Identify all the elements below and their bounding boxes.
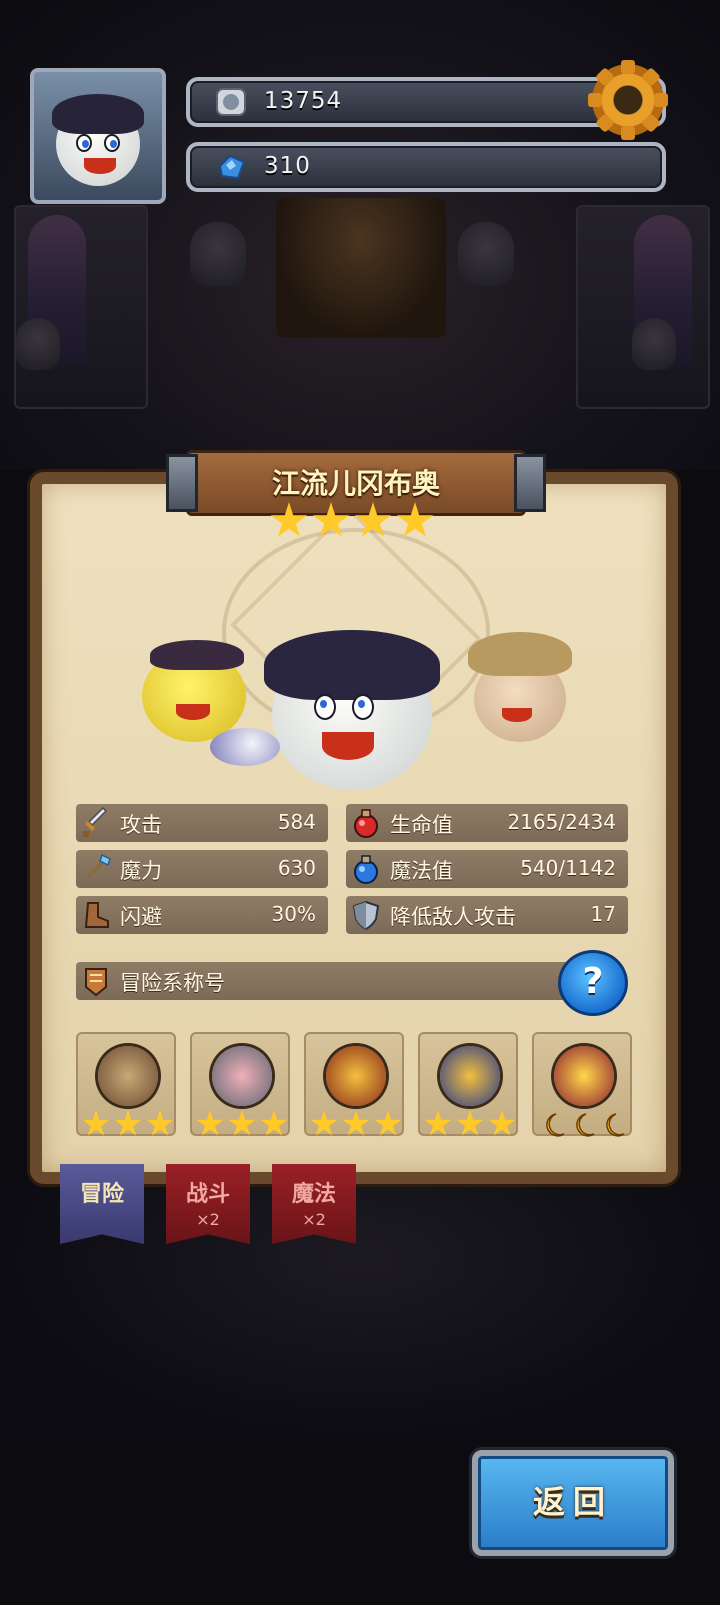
medal-star [342,1110,370,1136]
red-potion-icon [354,809,378,838]
avatar-eye [104,134,120,152]
blue-gem-icon [218,154,246,180]
help-button[interactable]: ? [558,950,628,1016]
stat-label: 魔力 [120,859,162,883]
medal-star [310,1110,338,1136]
silver-coin-icon [216,88,246,116]
medal-slot[interactable] [190,1032,290,1136]
tab-label: 冒险 [79,1182,124,1207]
telescope-medal-icon [98,1046,158,1106]
companion-hat [150,640,244,670]
tab-label: 魔法 [291,1182,336,1207]
money-bag-medal-icon [326,1046,386,1106]
stat-value: 630 [277,856,316,880]
shield-icon [352,900,380,931]
avatar-eye [76,134,92,152]
moon-icons [546,1113,625,1137]
hero-eye [352,694,374,720]
pig-shield-medal-icon [212,1046,272,1106]
stat-reduce-attack: 降低敌人攻击 17 [346,896,628,934]
medal-slot[interactable] [532,1032,632,1137]
boot-icon [84,902,109,928]
avatar-hair [52,94,144,134]
medal-star [196,1110,224,1136]
golden-trophy-medal-icon [554,1046,614,1106]
medal-star [114,1110,142,1136]
back-button[interactable]: 返回 [472,1450,674,1556]
medal-star [146,1110,174,1136]
hero-eye [314,694,336,720]
player-avatar[interactable] [30,68,166,204]
skull-icon [16,318,60,370]
hero-name: 江流儿冈布奥 [271,467,440,500]
treasure-wreath-medal-icon [440,1046,500,1106]
coin-count: 13754 [264,88,343,114]
tab-multiplier: ×2 [196,1210,220,1229]
magic-staff-icon [86,853,111,879]
tab-label: 战斗 [185,1182,230,1207]
stat-value: 2165/2434 [507,810,616,834]
medal-star [374,1110,402,1136]
stat-label: 降低敌人攻击 [390,905,516,929]
stat-value: 30% [271,902,316,926]
gear-icon[interactable] [588,60,668,140]
stat-hp: 生命值 2165/2434 [346,804,628,842]
stat-label: 魔法值 [390,859,453,883]
stat-value: 584 [277,810,316,834]
stat-magic-power: 魔力 630 [76,850,328,888]
avatar-mouth [84,158,116,174]
medal-slot[interactable] [304,1032,404,1136]
dungeon-door [276,198,446,338]
companion-mouth [502,708,532,722]
tab-adventure[interactable]: 冒险 [60,1164,144,1244]
adventure-title-row: 冒险系称号 [76,962,590,1000]
skull-icon [458,222,514,286]
medal-star [424,1110,452,1136]
medal-slot[interactable] [76,1032,176,1136]
sword-icon [83,807,108,837]
blue-potion-icon [354,855,378,884]
stat-label: 闪避 [120,905,162,929]
hero-hair [264,630,440,700]
medal-star [260,1110,288,1136]
medal-star [456,1110,484,1136]
stat-value: 17 [590,902,616,926]
gem-count: 310 [264,153,311,179]
companion-mane [468,632,572,676]
companion-mouth [176,704,210,720]
hero-mouth [322,732,374,760]
gem-bar: 310 [186,142,666,192]
medal-star [82,1110,110,1136]
tab-multiplier: ×2 [302,1210,326,1229]
stat-label: 生命值 [390,813,453,837]
skull-icon [632,318,676,370]
stat-value: 540/1142 [520,856,616,880]
tab-magic[interactable]: 魔法 ×2 [272,1164,356,1244]
stat-dodge: 闪避 30% [76,896,328,934]
medal-star [488,1110,516,1136]
adventure-badge-icon [85,968,107,997]
stat-label: 攻击 [120,813,162,837]
tab-battle[interactable]: 战斗 ×2 [166,1164,250,1244]
stat-mp: 魔法值 540/1142 [346,850,628,888]
medal-slot[interactable] [418,1032,518,1136]
medal-star [228,1110,256,1136]
stat-attack: 攻击 584 [76,804,328,842]
adventure-title-label: 冒险系称号 [120,971,225,995]
skull-icon [190,222,246,286]
companion-fish [210,728,280,766]
